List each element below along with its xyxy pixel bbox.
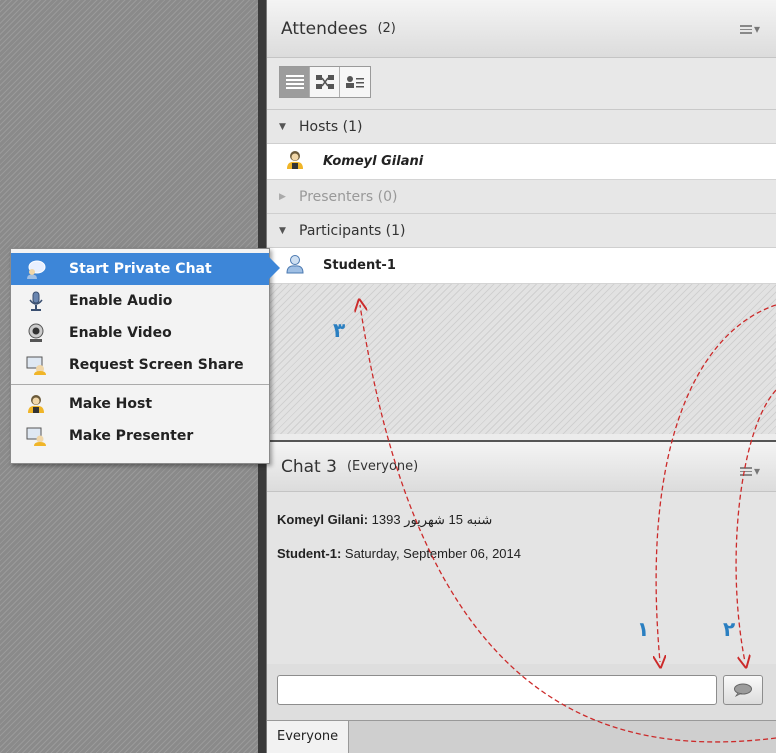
chat-text: Saturday, September 06, 2014 [341, 546, 521, 561]
participants-group[interactable]: ▼ Participants (1) [267, 214, 776, 248]
chat-message: Komeyl Gilani: شنبه 15 شهریور 1393 [277, 512, 766, 528]
hosts-group-label: Hosts (1) [299, 118, 363, 135]
attendees-header: Attendees (2) ▾ [267, 0, 776, 58]
menu-item-label: Make Host [69, 396, 153, 412]
host-user-icon [25, 393, 47, 415]
chat-options-icon[interactable]: ▾ [739, 464, 760, 478]
chat-tabs: Everyone [267, 720, 776, 753]
list-view-icon[interactable] [280, 67, 310, 97]
webcam-icon [25, 322, 47, 344]
view-toolbar [267, 58, 776, 110]
attendees-title: Attendees [281, 18, 368, 39]
menu-item-make-host[interactable]: Make Host [11, 388, 269, 420]
menu-item-label: Make Presenter [69, 428, 194, 444]
chat-message: Student-1: Saturday, September 06, 2014 [277, 546, 766, 561]
menu-item-label: Request Screen Share [69, 357, 244, 373]
menu-item-enable-video[interactable]: Enable Video [11, 317, 269, 349]
annotation-label-1: ۱ [637, 617, 650, 641]
send-button[interactable] [723, 675, 763, 705]
menu-pointer [268, 256, 280, 280]
annotation-label-2: ۲ [723, 617, 736, 641]
chat-messages: Komeyl Gilani: شنبه 15 شهریور 1393 Stude… [267, 492, 776, 664]
presenters-group-label: Presenters (0) [299, 188, 398, 205]
chat-pod: Chat 3 (Everyone) ▾ Komeyl Gilani: شنبه … [266, 440, 776, 753]
expand-triangle-icon[interactable]: ▼ [279, 226, 291, 236]
host-name: Komeyl Gilani [323, 154, 424, 169]
host-user-icon [285, 150, 305, 174]
attendees-pod: Attendees (2) ▾ ▼ Hosts (1) Komeyl Gilan… [266, 0, 776, 440]
microphone-icon [25, 290, 47, 312]
chat-sender: Komeyl Gilani: [277, 512, 369, 527]
pod-options-icon[interactable]: ▾ [739, 22, 760, 36]
annotation-label-3: ۳ [333, 318, 346, 342]
menu-item-request-screen-share[interactable]: Request Screen Share [11, 349, 269, 381]
hosts-group[interactable]: ▼ Hosts (1) [267, 110, 776, 144]
screen-share-icon [25, 354, 47, 376]
chat-compose [277, 672, 776, 708]
chat-sender: Student-1: [277, 546, 342, 561]
chat-text: شنبه 15 شهریور 1393 [368, 512, 493, 527]
attendee-context-menu: Start Private Chat Enable Audio Enable V… [10, 248, 270, 464]
tab-everyone[interactable]: Everyone [267, 721, 350, 753]
menu-item-start-private-chat[interactable]: Start Private Chat [11, 253, 269, 285]
collapse-triangle-icon[interactable]: ▶ [279, 192, 291, 202]
attendees-empty-area [267, 284, 776, 434]
participant-name: Student-1 [323, 258, 396, 273]
participant-row[interactable]: Student-1 [267, 248, 776, 284]
presenter-icon [25, 425, 47, 447]
speech-bubble-icon [734, 683, 752, 697]
breakout-view-icon[interactable] [310, 67, 340, 97]
menu-item-label: Enable Audio [69, 293, 173, 309]
chat-title: Chat 3 [281, 456, 337, 477]
participants-group-label: Participants (1) [299, 222, 406, 239]
view-switcher [279, 66, 371, 98]
chat-header: Chat 3 (Everyone) ▾ [267, 442, 776, 492]
menu-item-label: Enable Video [69, 325, 172, 341]
expand-triangle-icon[interactable]: ▼ [279, 122, 291, 132]
chat-input[interactable] [277, 675, 717, 705]
menu-item-label: Start Private Chat [69, 261, 212, 277]
menu-item-make-presenter[interactable]: Make Presenter [11, 420, 269, 452]
private-chat-icon [25, 258, 47, 280]
menu-separator [11, 384, 269, 385]
attendees-count: (2) [377, 21, 396, 36]
menu-item-enable-audio[interactable]: Enable Audio [11, 285, 269, 317]
presenters-group[interactable]: ▶ Presenters (0) [267, 180, 776, 214]
role-view-icon[interactable] [340, 67, 370, 97]
participant-user-icon [285, 254, 305, 278]
host-row[interactable]: Komeyl Gilani [267, 144, 776, 180]
chat-scope: (Everyone) [346, 459, 419, 474]
